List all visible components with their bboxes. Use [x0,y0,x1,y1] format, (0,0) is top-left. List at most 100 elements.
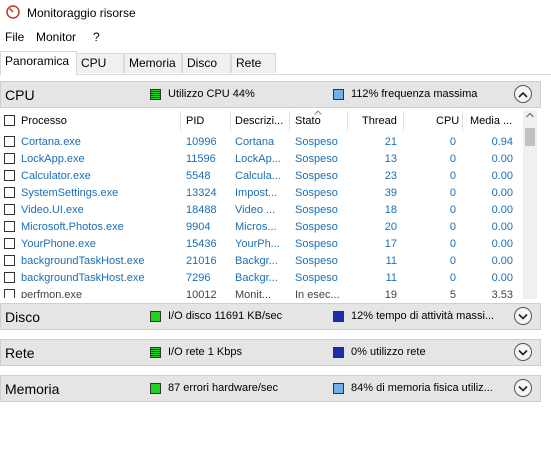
row-checkbox[interactable] [4,187,15,198]
hard-faults-indicator [150,383,161,394]
column-separator[interactable] [462,111,463,131]
sort-ascending-icon [314,110,322,115]
column-separator[interactable] [180,111,181,131]
process-pid: 15436 [186,238,217,250]
process-status: Sospeso [295,272,338,284]
row-checkbox[interactable] [4,272,15,283]
menu-monitor[interactable]: Monitor [36,30,76,44]
network-utilization-text: 0% utilizzo rete [351,346,426,358]
process-pid: 18488 [186,204,217,216]
column-separator[interactable] [403,111,404,131]
process-name: Calculator.exe [21,170,91,182]
process-threads: 13 [384,153,397,165]
column-header-media[interactable]: Media ... [470,115,512,127]
process-status: Sospeso [295,238,338,250]
process-name: LockApp.exe [21,153,85,165]
tab-label: Panoramica [5,54,70,68]
row-checkbox[interactable] [4,289,15,298]
process-description: Monit... [235,289,272,298]
process-name: SystemSettings.exe [21,187,119,199]
rete-section-header[interactable]: Rete I/O rete 1 Kbps 0% utilizzo rete [0,339,541,366]
process-average-cpu: 0.00 [491,153,513,165]
table-row[interactable]: Cortana.exe 10996 Cortana Sospeso 21 0 0… [0,134,523,151]
process-status: Sospeso [295,136,338,148]
table-row[interactable]: Calculator.exe 5548 Calcula... Sospeso 2… [0,168,523,185]
disk-io-text: I/O disco 11691 KB/sec [168,310,283,322]
process-status: Sospeso [295,255,338,267]
row-checkbox[interactable] [4,136,15,147]
process-pid: 5548 [186,170,211,182]
column-header-pid[interactable]: PID [186,115,204,127]
process-cpu: 5 [449,289,456,298]
tab-memoria[interactable]: Memoria [124,53,182,73]
select-all-checkbox[interactable] [4,115,15,126]
process-name: Cortana.exe [21,136,81,148]
process-average-cpu: 0.00 [491,170,513,182]
tab-cpu[interactable]: CPU [76,53,124,73]
row-checkbox[interactable] [4,238,15,249]
table-row[interactable]: backgroundTaskHost.exe 7296 Backgr... So… [0,270,523,287]
window-title: Monitoraggio risorse [27,6,136,20]
table-row[interactable]: backgroundTaskHost.exe 21016 Backgr... S… [0,253,523,270]
column-header-stato[interactable]: Stato [295,115,321,127]
process-cpu: 0 [449,153,456,165]
chevron-down-icon[interactable] [514,307,532,325]
process-name: backgroundTaskHost.exe [21,255,145,267]
process-status: In esec... [295,289,340,298]
memoria-section-header[interactable]: Memoria 87 errori hardware/sec 84% di me… [0,375,541,402]
process-status: Sospeso [295,204,338,216]
process-cpu: 0 [449,255,456,267]
process-threads: 18 [384,204,397,216]
process-threads: 19 [384,289,397,298]
chevron-down-icon[interactable] [514,343,532,361]
process-pid: 11596 [186,153,216,165]
column-separator[interactable] [230,111,231,131]
scrollbar-thumb[interactable] [525,128,535,146]
process-pid: 7296 [186,272,211,284]
row-checkbox[interactable] [4,204,15,215]
table-row[interactable]: SystemSettings.exe 13324 Impost... Sospe… [0,185,523,202]
section-title: Disco [5,309,41,325]
process-status: Sospeso [295,187,338,199]
table-row[interactable]: YourPhone.exe 15436 YourPh... Sospeso 17… [0,236,523,253]
column-separator[interactable] [289,111,290,131]
chevron-up-icon[interactable] [514,85,532,103]
process-average-cpu: 0.00 [491,204,513,216]
column-header-descrizione[interactable]: Descrizi... [235,115,283,127]
column-header-processo[interactable]: Processo [21,115,67,127]
hard-faults-text: 87 errori hardware/sec [168,382,279,394]
table-row[interactable]: Microsoft.Photos.exe 9904 Micros... Sosp… [0,219,523,236]
table-row[interactable]: Video.UI.exe 18488 Video ... Sospeso 18 … [0,202,523,219]
row-checkbox[interactable] [4,170,15,181]
section-title: CPU [5,87,35,103]
tab-panoramica[interactable]: Panoramica [0,51,77,75]
tab-rete[interactable]: Rete [231,53,276,73]
process-name: Microsoft.Photos.exe [21,221,124,233]
row-checkbox[interactable] [4,221,15,232]
disk-active-time-text: 12% tempo di attività massi... [351,310,495,322]
menu-file[interactable]: File [5,30,24,44]
network-io-text: I/O rete 1 Kbps [168,346,242,358]
column-header-cpu[interactable]: CPU [436,115,459,127]
process-pid: 10996 [186,136,217,148]
process-name: Video.UI.exe [21,204,84,216]
process-average-cpu: 3.53 [491,289,513,298]
table-row[interactable]: perfmon.exe 10012 Monit... In esec... 19… [0,287,523,298]
cpu-frequency-indicator [333,89,344,100]
scroll-up-arrow-icon[interactable] [526,112,534,118]
column-separator[interactable] [347,111,348,131]
tab-disco[interactable]: Disco [182,53,231,73]
menu-help[interactable]: ? [93,30,100,44]
tab-label: Rete [236,56,262,70]
table-row[interactable]: LockApp.exe 11596 LockAp... Sospeso 13 0… [0,151,523,168]
column-header-thread[interactable]: Thread [362,115,397,127]
disco-section-header[interactable]: Disco I/O disco 11691 KB/sec 12% tempo d… [0,303,541,330]
process-description: Backgr... [235,255,278,267]
disk-io-indicator [150,311,161,322]
process-cpu: 0 [449,272,456,284]
chevron-down-icon[interactable] [514,379,532,397]
row-checkbox[interactable] [4,255,15,266]
cpu-section-header[interactable]: CPU Utilizzo CPU 44% 112% frequenza mass… [0,81,541,108]
network-io-indicator [150,347,161,358]
row-checkbox[interactable] [4,153,15,164]
